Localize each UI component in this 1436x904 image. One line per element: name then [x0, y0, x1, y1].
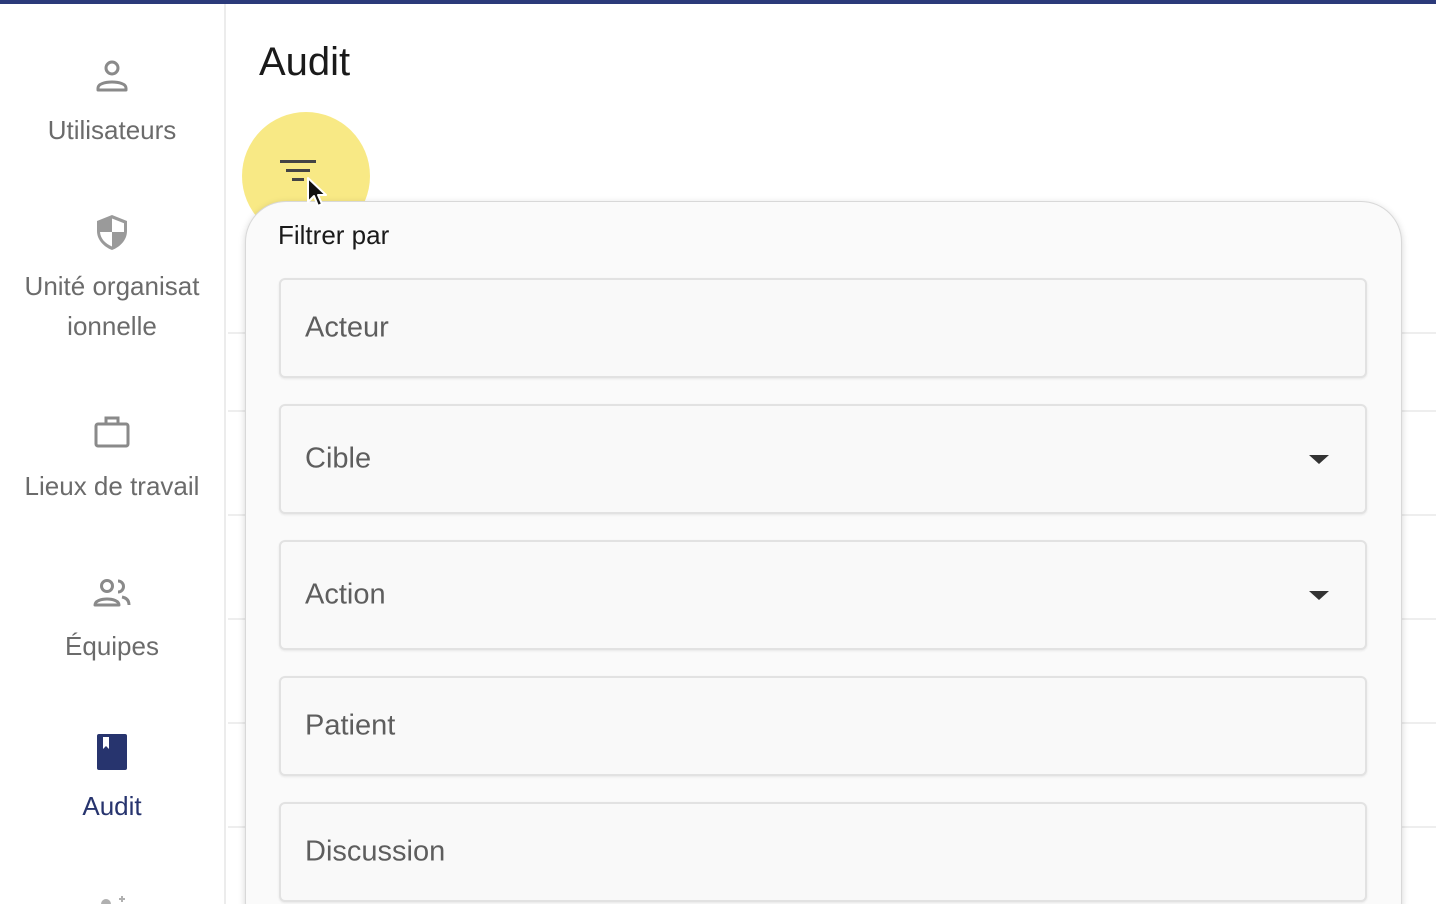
page-title: Audit [259, 40, 351, 84]
sidebar-item-equipes[interactable]: Équipes [0, 572, 224, 666]
main-content: Audit Filtrer par Acteur Cible Action Pa… [228, 4, 1436, 904]
people-icon [93, 579, 131, 607]
sidebar-item-audit[interactable]: Audit [0, 732, 224, 826]
target-select-label: Cible [305, 442, 372, 475]
target-select[interactable]: Cible [279, 404, 1367, 514]
chevron-down-icon [1309, 591, 1329, 600]
filter-panel-title: Filtrer par [278, 220, 390, 250]
patient-field-label: Patient [305, 709, 396, 742]
sidebar-item-label: Lieux de travail [24, 471, 200, 501]
partial-next-icon [101, 896, 125, 904]
action-select-label: Action [305, 578, 386, 611]
actor-field[interactable]: Acteur [279, 278, 1367, 378]
briefcase-icon [94, 416, 130, 448]
sidebar: Utilisateurs Unité organisat ionnelle Li… [0, 4, 226, 904]
action-select[interactable]: Action [279, 540, 1367, 650]
actor-field-label: Acteur [305, 311, 389, 344]
mouse-cursor-icon [307, 177, 327, 207]
sidebar-item-lieux-de-travail[interactable]: Lieux de travail [0, 412, 224, 506]
sidebar-item-unite-organisationnelle[interactable]: Unité organisat ionnelle [0, 212, 224, 346]
person-icon [96, 60, 128, 92]
chevron-down-icon [1309, 455, 1329, 464]
filter-panel: Filtrer par Acteur Cible Action Patient … [246, 202, 1401, 904]
sidebar-item-label: Unité organisat ionnelle [24, 271, 200, 341]
shield-icon [97, 215, 127, 250]
sidebar-item-label: Équipes [65, 631, 159, 661]
sidebar-item-label: Audit [82, 791, 142, 821]
sidebar-item-utilisateurs[interactable]: Utilisateurs [0, 56, 224, 150]
book-icon [97, 734, 127, 770]
sidebar-item-label: Utilisateurs [47, 115, 177, 145]
patient-field[interactable]: Patient [279, 676, 1367, 776]
discussion-field[interactable]: Discussion [279, 802, 1367, 902]
discussion-field-label: Discussion [305, 835, 446, 868]
